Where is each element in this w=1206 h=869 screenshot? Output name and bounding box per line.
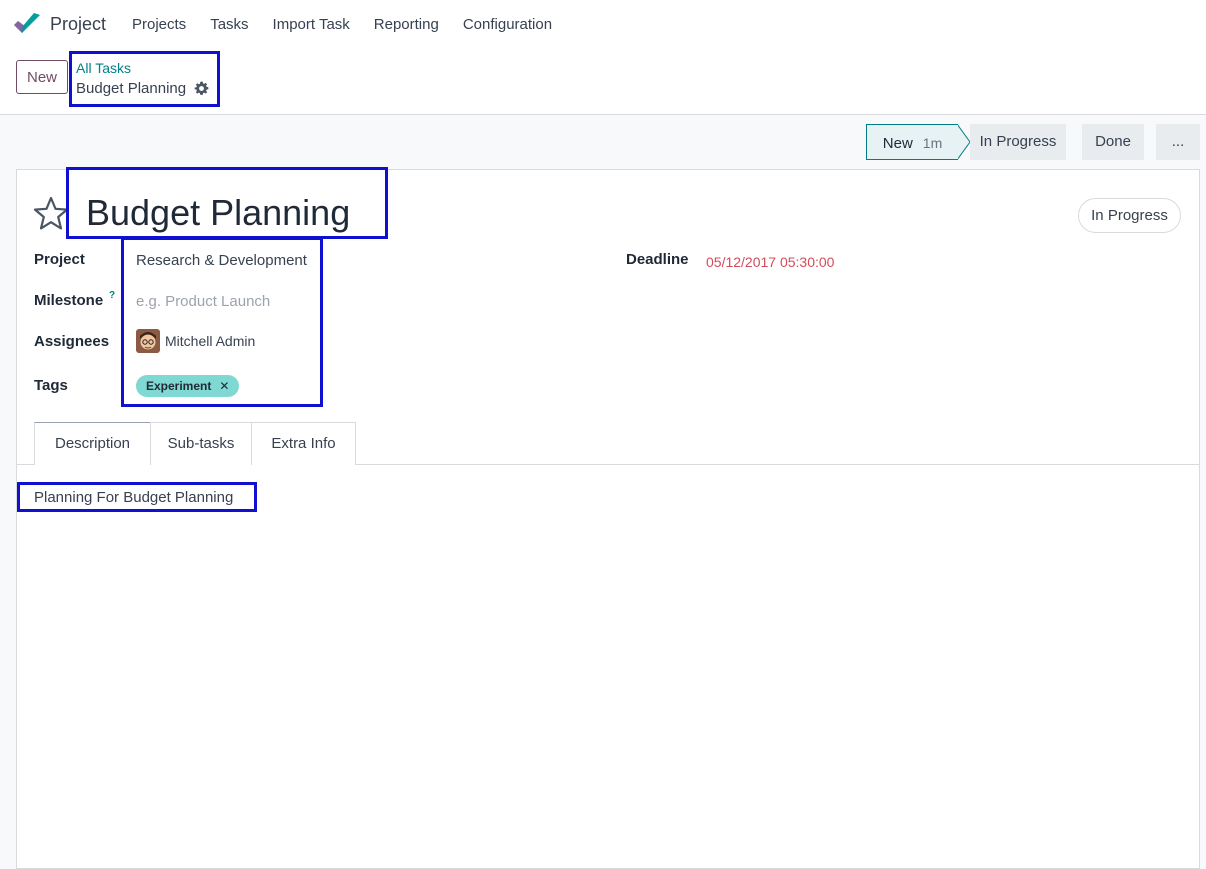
stage-new-time: 1m	[922, 135, 943, 151]
stage-done[interactable]: Done	[1082, 124, 1144, 160]
milestone-label: Milestone	[34, 292, 104, 309]
avatar-icon	[136, 329, 160, 353]
status-badge[interactable]: In Progress	[1078, 198, 1181, 233]
breadcrumb-all-tasks[interactable]: All Tasks	[76, 60, 131, 76]
main-menu: Projects Tasks Import Task Reporting Con…	[132, 16, 576, 33]
tab-extra-info[interactable]: Extra Info	[251, 422, 356, 465]
help-icon[interactable]: ?	[109, 290, 115, 301]
stage-new-label: New	[882, 135, 913, 152]
tag-label: Experiment	[146, 379, 212, 393]
tab-description[interactable]: Description	[34, 422, 151, 465]
menu-reporting[interactable]: Reporting	[374, 16, 439, 33]
menu-configuration[interactable]: Configuration	[463, 16, 552, 33]
top-navbar: Project Projects Tasks Import Task Repor…	[0, 0, 1206, 50]
description-highlight: Planning For Budget Planning	[17, 482, 257, 512]
project-field[interactable]: Research & Development	[136, 252, 307, 269]
tags-label: Tags	[34, 377, 68, 394]
stage-new[interactable]: New 1m	[866, 124, 958, 160]
task-title[interactable]: Budget Planning	[86, 192, 350, 234]
control-panel: New All Tasks Budget Planning	[0, 50, 1206, 115]
gear-icon[interactable]	[194, 81, 209, 96]
star-icon[interactable]	[33, 196, 69, 230]
stage-more[interactable]: ...	[1156, 124, 1200, 160]
project-label: Project	[34, 251, 85, 268]
tag-experiment[interactable]: Experiment ✕	[136, 375, 240, 397]
breadcrumb: All Tasks Budget Planning	[69, 51, 220, 107]
description-text[interactable]: Planning For Budget Planning	[34, 489, 233, 506]
milestone-field[interactable]: e.g. Product Launch	[136, 293, 270, 310]
deadline-field[interactable]: 05/12/2017 05:30:00	[706, 254, 834, 270]
menu-projects[interactable]: Projects	[132, 16, 186, 33]
deadline-label: Deadline	[626, 251, 689, 268]
title-highlight: Budget Planning	[66, 167, 388, 239]
close-icon[interactable]: ✕	[219, 379, 229, 393]
stage-in-progress[interactable]: In Progress	[970, 124, 1066, 160]
assignee-name[interactable]: Mitchell Admin	[165, 333, 255, 349]
app-name[interactable]: Project	[50, 14, 106, 35]
breadcrumb-current: Budget Planning	[76, 80, 187, 97]
new-button[interactable]: New	[16, 60, 68, 94]
tab-sub-tasks[interactable]: Sub-tasks	[150, 422, 252, 465]
menu-import-task[interactable]: Import Task	[273, 16, 350, 33]
project-logo-icon[interactable]	[14, 13, 40, 37]
stage-arrow-icon	[957, 124, 971, 160]
menu-tasks[interactable]: Tasks	[210, 16, 248, 33]
assignees-label: Assignees	[34, 333, 110, 350]
